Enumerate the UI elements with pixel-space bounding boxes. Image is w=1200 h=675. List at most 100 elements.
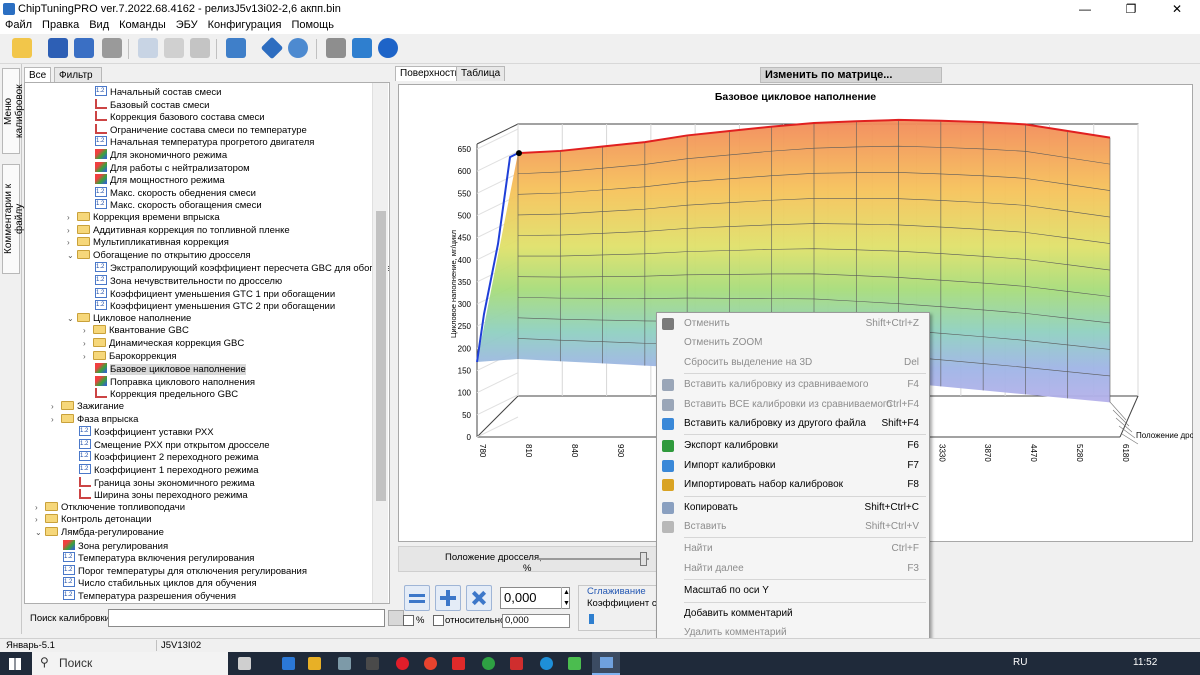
search-icon[interactable] [288, 38, 308, 58]
close-button[interactable]: ✕ [1154, 0, 1200, 18]
search-input[interactable] [108, 609, 385, 627]
menu-ecu[interactable]: ЭБУ [171, 18, 203, 32]
ecu-icon[interactable] [352, 38, 372, 58]
tree-item[interactable]: Для работы с нейтрализатором [95, 161, 250, 175]
tree-item[interactable]: ⌄ Обогащение по открытию дросселя [67, 249, 251, 263]
tree-item[interactable]: › Квантование GBC [83, 325, 189, 338]
mail-icon[interactable] [282, 657, 295, 670]
tree-item[interactable]: Базовое цикловое наполнение [95, 363, 246, 376]
tree-item[interactable]: Для экономичного режима [95, 149, 227, 162]
print-icon[interactable] [102, 38, 122, 58]
tree-item[interactable]: Зона регулирования [63, 539, 168, 553]
language-indicator[interactable]: RU [1013, 657, 1027, 668]
save-icon[interactable] [48, 38, 68, 58]
app-icon-1[interactable] [366, 657, 379, 670]
smoothing-slider[interactable] [589, 614, 594, 624]
calibration-icon[interactable] [260, 36, 284, 60]
tree-item[interactable]: Коэффициент уменьшения GTC 2 при обогаще… [95, 299, 335, 313]
context-menu-item[interactable]: Экспорт калибровки F6 [657, 436, 929, 455]
menu-help[interactable]: Помощь [286, 18, 339, 32]
tree-item[interactable]: › Фаза впрыска [51, 413, 138, 427]
tab-file-comments[interactable]: Комментарии к файлу [2, 164, 25, 274]
menu-view[interactable]: Вид [84, 18, 114, 32]
anydesk-icon[interactable] [510, 657, 523, 670]
context-menu-item[interactable]: Добавить комментарий [657, 604, 929, 623]
tree-item[interactable]: › Отключение топливоподачи [35, 501, 185, 515]
context-menu-item[interactable]: Вставить калибровку из другого файла Shif… [657, 414, 929, 433]
tree-item[interactable]: Начальная температура прогретого двигате… [95, 135, 314, 149]
app-icon-2[interactable] [568, 657, 581, 670]
tree-item[interactable]: Коррекция предельного GBC [95, 388, 238, 401]
expand-toggle-icon[interactable]: › [83, 325, 93, 338]
expand-toggle-icon[interactable]: ⌄ [67, 250, 77, 263]
tree-item[interactable]: Температура разрешения обучения [63, 589, 236, 603]
defender-icon[interactable] [338, 657, 351, 670]
tools-icon[interactable] [326, 38, 346, 58]
change-by-matrix-dropdown[interactable]: Изменить по матрице... [760, 67, 942, 83]
store-icon[interactable] [308, 657, 321, 670]
value-input[interactable]: 0,000 [500, 587, 570, 609]
tab-all[interactable]: Все [24, 67, 52, 83]
tree-item[interactable]: › Динамическая коррекция GBC [83, 338, 244, 351]
tree-item[interactable]: › Зажигание [51, 401, 124, 414]
scrollbar-thumb[interactable] [376, 211, 386, 501]
tree-item[interactable]: Для мощностного режима [95, 174, 225, 187]
context-menu-item[interactable]: Импорт калибровки F7 [657, 456, 929, 475]
expand-toggle-icon[interactable]: › [83, 351, 93, 364]
expand-toggle-icon[interactable]: › [51, 414, 61, 427]
menu-edit[interactable]: Правка [37, 18, 84, 32]
expand-toggle-icon[interactable]: › [83, 338, 93, 351]
clock[interactable]: 11:52 [1133, 657, 1157, 668]
copy-icon[interactable] [138, 38, 158, 58]
yandex-browser-icon[interactable] [452, 657, 465, 670]
add-button[interactable] [435, 585, 461, 611]
tree-item[interactable]: Смещение РХХ при открытом дросселе [79, 438, 270, 452]
tree-item[interactable]: Коэффициент уставки РХХ [79, 425, 214, 439]
tree-item[interactable]: Порог температуры для отключения регулир… [63, 564, 307, 578]
skype-icon[interactable] [540, 657, 553, 670]
tree-item[interactable]: Коэффициент 2 переходного режима [79, 450, 259, 464]
tab-table[interactable]: Таблица [456, 66, 506, 81]
save-as-icon[interactable] [74, 38, 94, 58]
help-icon[interactable] [378, 38, 398, 58]
tree-item[interactable]: Начальный состав смеси [95, 85, 221, 99]
relative-checkbox[interactable] [433, 615, 444, 626]
multiply-button[interactable] [466, 585, 492, 611]
menu-config[interactable]: Конфигурация [203, 18, 287, 32]
tree-item[interactable]: Базовый состав смеси [95, 98, 210, 112]
tree-item[interactable]: Коррекция базового состава смеси [95, 111, 265, 124]
value-spinner[interactable]: ▲ ▼ [561, 587, 571, 609]
slider-handle[interactable] [640, 552, 647, 566]
tree-item[interactable]: Зона нечувствительности по дросселю [95, 274, 282, 288]
minimize-button[interactable]: — [1062, 0, 1108, 18]
paste-icon[interactable] [164, 38, 184, 58]
tree-item[interactable]: › Контроль детонации [35, 514, 152, 527]
search-button[interactable] [388, 610, 404, 626]
chiptuning-task[interactable] [592, 652, 620, 675]
tree-item[interactable]: › Мультипликативная коррекция [67, 237, 229, 250]
tree-item[interactable]: Ограничение состава смеси по температуре [95, 123, 307, 137]
tab-surface[interactable]: Поверхность [395, 66, 465, 81]
tree-item[interactable]: Экстраполирующий коэффициент пересчета G… [95, 261, 389, 275]
expand-toggle-icon[interactable]: › [67, 225, 77, 238]
tree-item[interactable]: Граница зоны экономичного режима [79, 476, 255, 490]
tree-item[interactable]: Число стабильных циклов для обучения [63, 576, 257, 590]
tree-item[interactable]: Коэффициент уменьшения GTC 1 при обогаще… [95, 287, 335, 301]
percent-checkbox[interactable] [403, 615, 414, 626]
tree-item[interactable]: › Барокоррекция [83, 350, 177, 364]
tab-filter[interactable]: Фильтр [54, 67, 102, 83]
tree-scrollbar[interactable] [372, 83, 388, 603]
yandex-icon[interactable] [424, 657, 437, 670]
context-menu-item[interactable]: Импортировать набор калибровок F8 [657, 475, 929, 494]
expand-toggle-icon[interactable]: › [67, 237, 77, 250]
tree-item[interactable]: Шаг изменения КР при переходе [63, 602, 223, 603]
open-icon[interactable] [12, 38, 32, 58]
tab-calibration-menu[interactable]: Меню калибровок [2, 68, 25, 154]
context-menu-item[interactable]: Копировать Shift+Ctrl+C [657, 498, 929, 517]
expand-toggle-icon[interactable]: ⌄ [35, 527, 45, 540]
expand-toggle-icon[interactable]: ⌄ [67, 313, 77, 326]
tree-item[interactable]: Макс. скорость обогащения смеси [95, 198, 262, 212]
expand-toggle-icon[interactable]: › [67, 212, 77, 225]
menu-file[interactable]: Файл [0, 18, 37, 32]
tree-item[interactable]: Макс. скорость обеднения смеси [95, 186, 256, 200]
